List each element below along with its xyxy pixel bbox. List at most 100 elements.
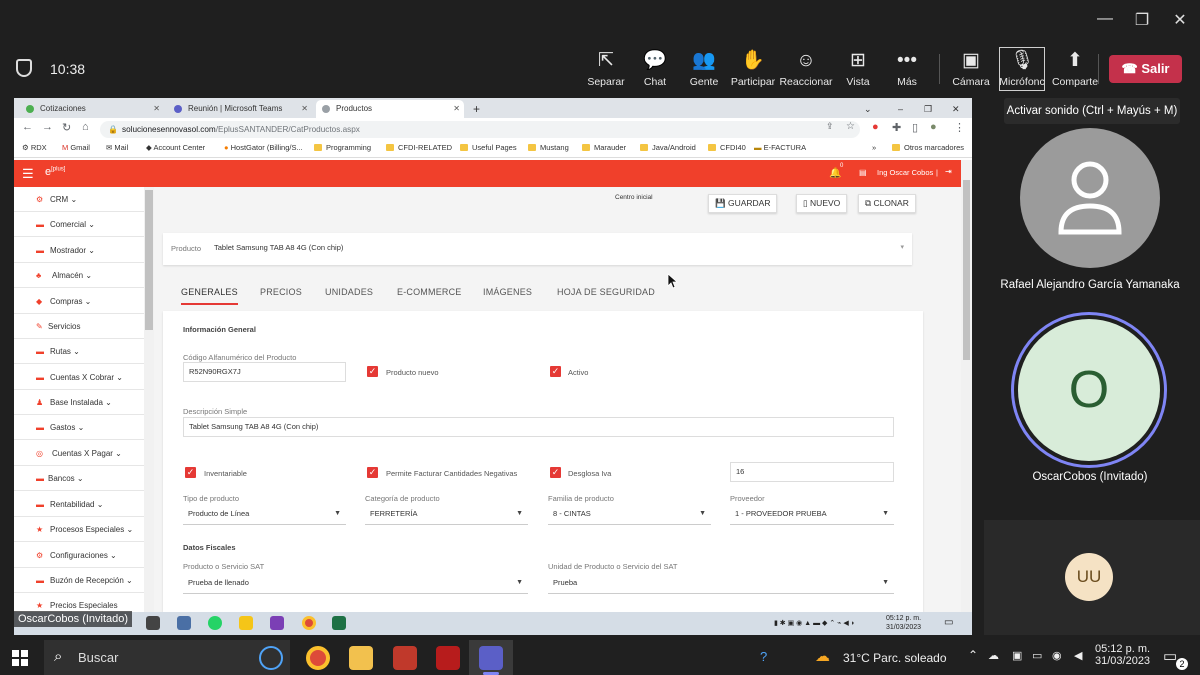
activo-checkbox[interactable]: ✓ [550, 366, 561, 377]
sidebar-item-crm[interactable]: ⚙ CRM ⌄ [14, 187, 144, 212]
chrome-icon[interactable] [302, 616, 316, 630]
new-tab-button[interactable]: + [469, 100, 487, 118]
sidebar-item-buzon[interactable]: ▬ Buzón de Recepción ⌄ [14, 568, 144, 593]
scrollbar-thumb[interactable] [145, 190, 153, 330]
messages-icon[interactable]: ▤ [859, 168, 867, 177]
logout-icon[interactable]: ⇥ [945, 167, 952, 176]
guardar-button[interactable]: 💾 GUARDAR [708, 194, 778, 213]
participar-button[interactable]: ✋ Participar [724, 50, 782, 88]
sidebar-item-rutas[interactable]: ▬ Rutas ⌄ [14, 339, 144, 364]
battery-icon[interactable]: ▭ [1032, 649, 1042, 662]
share-icon[interactable]: ⇪ [826, 121, 834, 132]
display-icon[interactable]: ▣ [1012, 649, 1022, 662]
file-explorer-icon[interactable] [349, 646, 373, 670]
bookmark-folder[interactable]: Java/Android [640, 143, 696, 152]
bookmark-folder[interactable]: Otros marcadores [892, 143, 964, 152]
visual-studio-icon[interactable] [270, 616, 284, 630]
close-icon[interactable]: ✕ [301, 100, 308, 118]
producto-nuevo-checkbox[interactable]: ✓ [367, 366, 378, 377]
familia-select[interactable]: 8 - CINTAS ▼ [548, 503, 711, 525]
teams-taskbar-active[interactable] [469, 640, 513, 675]
sticky-notes-icon[interactable] [239, 616, 253, 630]
puzzle-icon[interactable]: ✚ [892, 121, 901, 134]
user-name[interactable]: Ing Oscar Cobos [877, 168, 933, 177]
proveedor-select[interactable]: 1 - PROVEEDOR PRUEBA ▼ [730, 503, 894, 525]
sidebar-item-rentabilidad[interactable]: ▬ Rentabilidad ⌄ [14, 492, 144, 517]
kebab-menu-icon[interactable]: ⋮ [954, 121, 965, 134]
sidebar-scrollbar[interactable] [144, 187, 154, 612]
tab-hoja-seguridad[interactable]: HOJA DE SEGURIDAD [557, 287, 655, 297]
extension-icon[interactable]: ● [872, 121, 879, 133]
wifi-icon[interactable]: ◉ [1052, 649, 1062, 662]
help-icon[interactable]: ? [760, 649, 767, 664]
descripcion-input[interactable]: Tablet Samsung TAB A8 4G (Con chip) [183, 417, 894, 437]
profile-avatar[interactable]: ● [930, 121, 937, 133]
onedrive-icon[interactable]: ☁ [988, 649, 999, 662]
camara-button[interactable]: ▣ Cámara [942, 50, 1000, 88]
browser-tab-active[interactable]: Productos ✕ [316, 100, 464, 118]
maximize-icon[interactable]: ❐ [1127, 10, 1157, 30]
camera-app-icon[interactable] [146, 616, 160, 630]
categoria-select[interactable]: FERRETERÍA ▼ [365, 503, 528, 525]
salir-button[interactable]: ☎ Salir [1109, 55, 1182, 83]
tab-unidades[interactable]: UNIDADES [325, 287, 373, 297]
comparte-button[interactable]: ⬆ Comparte [1046, 50, 1104, 88]
bookmark-folder[interactable]: Marauder [582, 143, 626, 152]
whatsapp-icon[interactable] [208, 616, 222, 630]
microfono-button[interactable]: 🎙 Micrófonc [993, 50, 1051, 88]
excel-icon[interactable] [332, 616, 346, 630]
chevron-right-icon[interactable]: » [872, 143, 876, 152]
notification-icon[interactable]: ▭ [944, 618, 953, 628]
bookmark-folder[interactable]: CFDI40 [708, 143, 746, 152]
bookmark-folder[interactable]: Mustang [528, 143, 569, 152]
sidebar-item-mostrador[interactable]: ▬ Mostrador ⌄ [14, 238, 144, 263]
minimize-icon[interactable]: – [898, 100, 903, 118]
url-field[interactable]: 🔒 solucionesennovasol.com/EplusSANTANDER… [100, 121, 860, 138]
bookmark[interactable]: ◆ Account Center [146, 143, 205, 152]
sidebar-item-procesos-especiales[interactable]: ★ Procesos Especiales ⌄ [14, 517, 144, 542]
taskbar-clock[interactable]: 05:12 p. m. 31/03/2023 [1095, 643, 1150, 667]
close-icon[interactable]: ✕ [453, 100, 460, 118]
desglosa-iva-checkbox[interactable]: ✓ [550, 467, 561, 478]
restore-icon[interactable]: ❐ [924, 100, 932, 118]
close-icon[interactable]: ✕ [1165, 10, 1195, 30]
codigo-input[interactable]: R52N90RGX7J [183, 362, 346, 382]
browser-tab[interactable]: Reunión | Microsoft Teams ✕ [168, 100, 312, 118]
sidebar-item-cuentas-cobrar[interactable]: ▬ Cuentas X Cobrar ⌄ [14, 365, 144, 390]
volume-icon[interactable]: ◀ [1074, 649, 1082, 662]
sat-select[interactable]: Prueba de llenado ▼ [183, 572, 528, 594]
tab-ecommerce[interactable]: E-COMMERCE [397, 287, 462, 297]
star-icon[interactable]: ☆ [846, 121, 855, 132]
reaccionar-button[interactable]: ☺ Reaccionar [777, 50, 835, 88]
close-icon[interactable]: ✕ [153, 100, 160, 118]
sidebar-item-almacen[interactable]: ♣ Almacén ⌄ [14, 263, 144, 288]
app-icon[interactable] [393, 646, 417, 670]
close-icon[interactable]: ✕ [952, 100, 960, 118]
sidebar-item-servicios[interactable]: ✎ Servicios [14, 314, 144, 339]
unidad-select[interactable]: Prueba ▼ [548, 572, 894, 594]
taskbar-search[interactable]: ⌕ Buscar [44, 640, 290, 675]
page-scrollbar[interactable] [961, 160, 972, 612]
sidebar-item-configuraciones[interactable]: ⚙ Configuraciones ⌄ [14, 543, 144, 568]
nuevo-button[interactable]: ▯ NUEVO [796, 194, 848, 213]
clonar-button[interactable]: ⧉ CLONAR [858, 194, 916, 213]
chevron-up-icon[interactable]: ⌃ [968, 648, 978, 662]
windows-start-icon[interactable] [12, 650, 28, 666]
inventariable-checkbox[interactable]: ✓ [185, 467, 196, 478]
bookmark[interactable]: ⚙ RDX [22, 143, 47, 152]
sidepanel-icon[interactable]: ▯ [912, 121, 918, 134]
tab-generales[interactable]: GENERALES [181, 287, 238, 305]
bookmark[interactable]: ✉ Mail [106, 143, 128, 152]
permite-negativas-checkbox[interactable]: ✓ [367, 467, 378, 478]
sidebar-item-base-instalada[interactable]: ♟ Base Instalada ⌄ [14, 390, 144, 415]
bookmark-folder[interactable]: Useful Pages [460, 143, 517, 152]
bookmark-folder[interactable]: Programming [314, 143, 371, 152]
scrollbar-thumb[interactable] [963, 180, 970, 360]
hamburger-icon[interactable]: ☰ [22, 166, 34, 182]
sidebar-item-cuentas-pagar[interactable]: ◎ Cuentas X Pagar ⌄ [14, 441, 144, 466]
sidebar-item-compras[interactable]: ◆ Compras ⌄ [14, 289, 144, 314]
sidebar-item-bancos[interactable]: ▬ Bancos ⌄ [14, 466, 144, 491]
bookmark[interactable]: M Gmail [62, 143, 90, 152]
browser-tab[interactable]: Cotizaciones ✕ [20, 100, 164, 118]
back-icon[interactable]: ← [22, 121, 33, 133]
